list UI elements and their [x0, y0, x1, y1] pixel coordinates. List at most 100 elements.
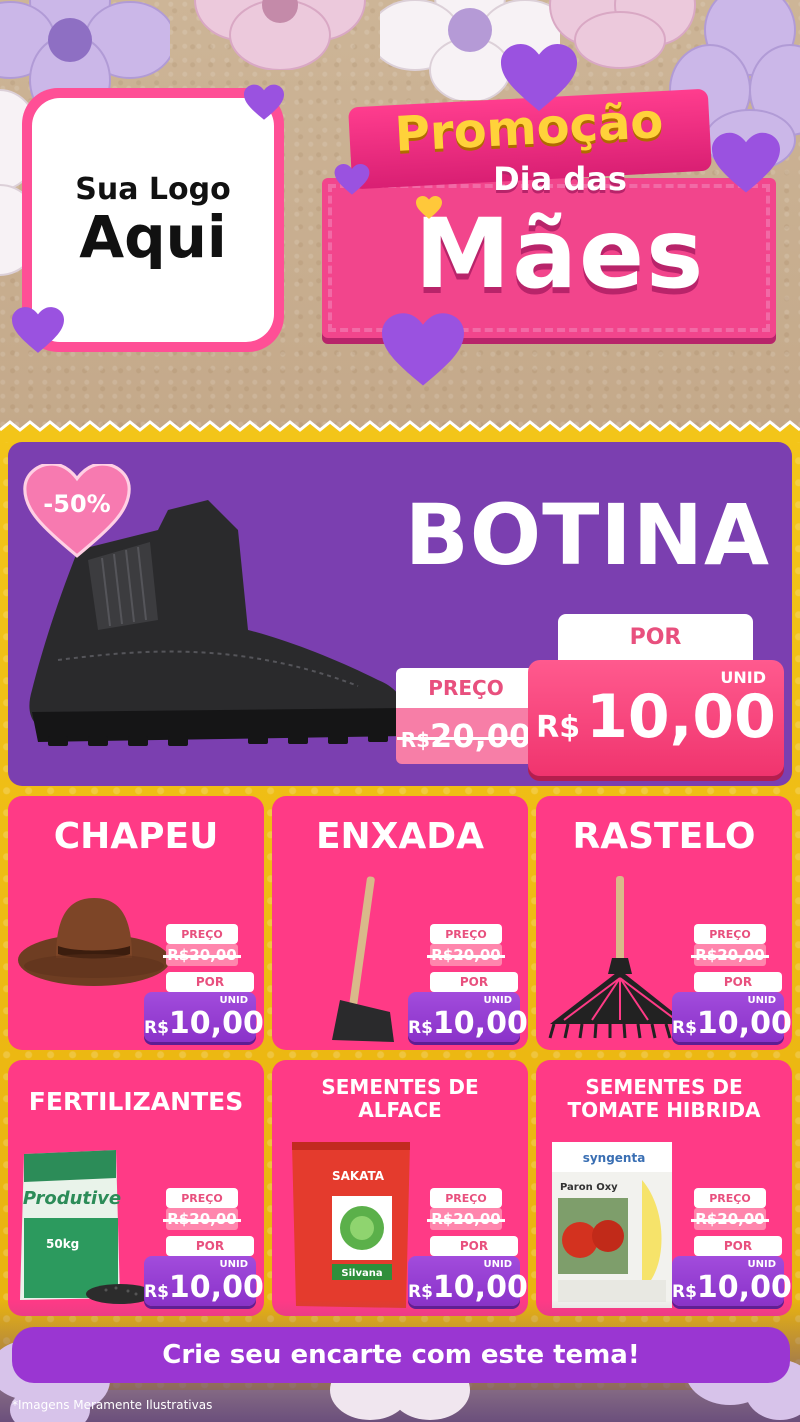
amount: 10,00: [432, 1006, 528, 1041]
heart-icon: [244, 84, 284, 120]
old-price: R$20,00: [163, 1208, 242, 1230]
new-price-label: POR: [166, 1236, 254, 1256]
product-title: SEMENTES DE ALFACE: [272, 1076, 528, 1122]
currency: R$: [144, 1018, 169, 1038]
disclaimer-text: *Imagens Meramente Ilustrativas: [12, 1398, 213, 1412]
new-price-block: UNID R$10,00: [672, 992, 792, 1042]
featured-product-title: BOTINA: [404, 486, 770, 584]
tomato-seed-pack-image: syngenta Paron Oxy: [552, 1142, 672, 1308]
currency: R$: [408, 1018, 433, 1038]
discount-badge: -50%: [43, 490, 111, 518]
featured-new-price-label: POR: [558, 614, 753, 660]
unit-label: UNID: [747, 1259, 776, 1270]
product-card-enxada[interactable]: ENXADA PREÇO R$20,00 POR UNID R$10,00: [272, 796, 528, 1050]
pack-variety-text: Silvana: [341, 1268, 382, 1279]
heart-icon: [12, 307, 64, 353]
pack-variety-text: Paron Oxy: [560, 1182, 618, 1193]
new-price-block: UNID R$10,00: [144, 992, 264, 1042]
zigzag-divider: [0, 420, 800, 442]
lettuce-seed-pack-image: SAKATA Silvana: [292, 1142, 410, 1308]
flyer-page: Sua Logo Aqui Promoção Dia das Mães BOTI…: [0, 0, 800, 1422]
featured-new-price-block: UNID R$ 10,00: [528, 660, 784, 776]
old-price-value: R$20,00: [163, 1210, 242, 1228]
old-price-label: PREÇO: [694, 924, 766, 944]
featured-old-price-block: PREÇO R$20,00: [396, 668, 536, 764]
new-price: R$10,00: [408, 1006, 528, 1041]
featured-new-amount: 10,00: [586, 682, 776, 752]
promo-title-line-2: Dia das: [493, 160, 627, 198]
old-price-label: PREÇO: [166, 924, 238, 944]
unit-label: UNID: [219, 1259, 248, 1270]
currency: R$: [672, 1018, 697, 1038]
product-title-line-1: SEMENTES DE: [321, 1075, 479, 1099]
amount: 10,00: [168, 1006, 264, 1041]
heart-icon: [712, 132, 780, 193]
old-price-label: PREÇO: [166, 1188, 238, 1208]
pack-brand-text: SAKATA: [332, 1169, 385, 1183]
new-price-label: POR: [430, 1236, 518, 1256]
flower-icon: [194, 0, 366, 70]
product-title: FERTILIZANTES: [28, 1087, 244, 1116]
product-title: RASTELO: [572, 816, 756, 857]
featured-old-amount: 20,00: [430, 717, 532, 755]
product-card-sementes-tomate[interactable]: SEMENTES DE TOMATE HIBRIDA syngenta Paro…: [536, 1060, 792, 1316]
heart-icon: [416, 196, 442, 219]
bag-brand-text: Produtive: [23, 1188, 121, 1209]
heart-icon: [334, 164, 370, 195]
old-price: R$20,00: [427, 1208, 506, 1230]
product-card-rastelo[interactable]: RASTELO PREÇO R$20,00 POR UNID R$10,00: [536, 796, 792, 1050]
featured-new-price: R$ 10,00: [536, 682, 776, 752]
old-price-label: PREÇO: [694, 1188, 766, 1208]
old-price-value: R$20,00: [163, 946, 242, 964]
product-title: SEMENTES DE TOMATE HIBRIDA: [536, 1076, 792, 1122]
unit-label: UNID: [747, 995, 776, 1006]
old-price: R$20,00: [163, 944, 242, 966]
old-price: R$20,00: [691, 944, 770, 966]
old-price: R$20,00: [691, 1208, 770, 1230]
heart-icon: [500, 44, 578, 111]
new-price-block: UNID R$10,00: [144, 1256, 264, 1306]
header-background: Sua Logo Aqui Promoção Dia das Mães: [0, 0, 800, 430]
featured-product-card[interactable]: BOTINA -50% PREÇO R$20,00 POR UNID R$ 10…: [8, 442, 792, 786]
old-price-value: R$20,00: [691, 946, 770, 964]
new-price-block: UNID R$10,00: [672, 1256, 792, 1306]
unit-label: UNID: [483, 995, 512, 1006]
unit-label: UNID: [219, 995, 248, 1006]
product-card-sementes-alface[interactable]: SEMENTES DE ALFACE SAKATA Silvana PREÇO …: [272, 1060, 528, 1316]
currency: R$: [144, 1282, 169, 1302]
featured-new-currency: R$: [536, 710, 581, 745]
new-price-block: UNID R$10,00: [408, 992, 528, 1042]
hat-image: [18, 898, 170, 986]
new-price-label: POR: [694, 972, 782, 992]
product-card-fertilizantes[interactable]: FERTILIZANTES Produtive 50kg PREÇO R$20,…: [8, 1060, 264, 1316]
pack-brand-text: syngenta: [583, 1151, 646, 1165]
old-price-value: R$20,00: [427, 946, 506, 964]
logo-line-2: Aqui: [79, 203, 227, 272]
product-title: CHAPEU: [53, 816, 219, 857]
old-price: R$20,00: [427, 944, 506, 966]
currency: R$: [408, 1282, 433, 1302]
featured-old-price: R$20,00: [396, 708, 536, 764]
featured-old-price-label: PREÇO: [396, 668, 536, 708]
logo-line-1: Sua Logo: [75, 172, 231, 208]
old-price-label: PREÇO: [430, 1188, 502, 1208]
unit-label: UNID: [483, 1259, 512, 1270]
amount: 10,00: [696, 1006, 792, 1041]
currency: R$: [672, 1282, 697, 1302]
product-title-line-2: TOMATE HIBRIDA: [567, 1098, 761, 1122]
old-price-value: R$20,00: [427, 1210, 506, 1228]
old-price-label: PREÇO: [430, 924, 502, 944]
new-price: R$10,00: [144, 1006, 264, 1041]
product-card-chapeu[interactable]: CHAPEU PREÇO R$20,00 POR UNID R$10,00: [8, 796, 264, 1050]
product-title-line-2: ALFACE: [358, 1098, 442, 1122]
product-title-line-1: SEMENTES DE: [585, 1075, 743, 1099]
hoe-image: [332, 876, 394, 1042]
fertilizer-bag-image: Produtive 50kg: [20, 1150, 154, 1304]
new-price: R$10,00: [672, 1006, 792, 1041]
new-price-label: POR: [166, 972, 254, 992]
create-flyer-button[interactable]: Crie seu encarte com este tema!: [12, 1327, 790, 1383]
logo-inner: Sua Logo Aqui: [32, 98, 274, 342]
bag-weight-text: 50kg: [46, 1237, 79, 1251]
product-title: ENXADA: [315, 816, 485, 857]
old-price-value: R$20,00: [691, 1210, 770, 1228]
